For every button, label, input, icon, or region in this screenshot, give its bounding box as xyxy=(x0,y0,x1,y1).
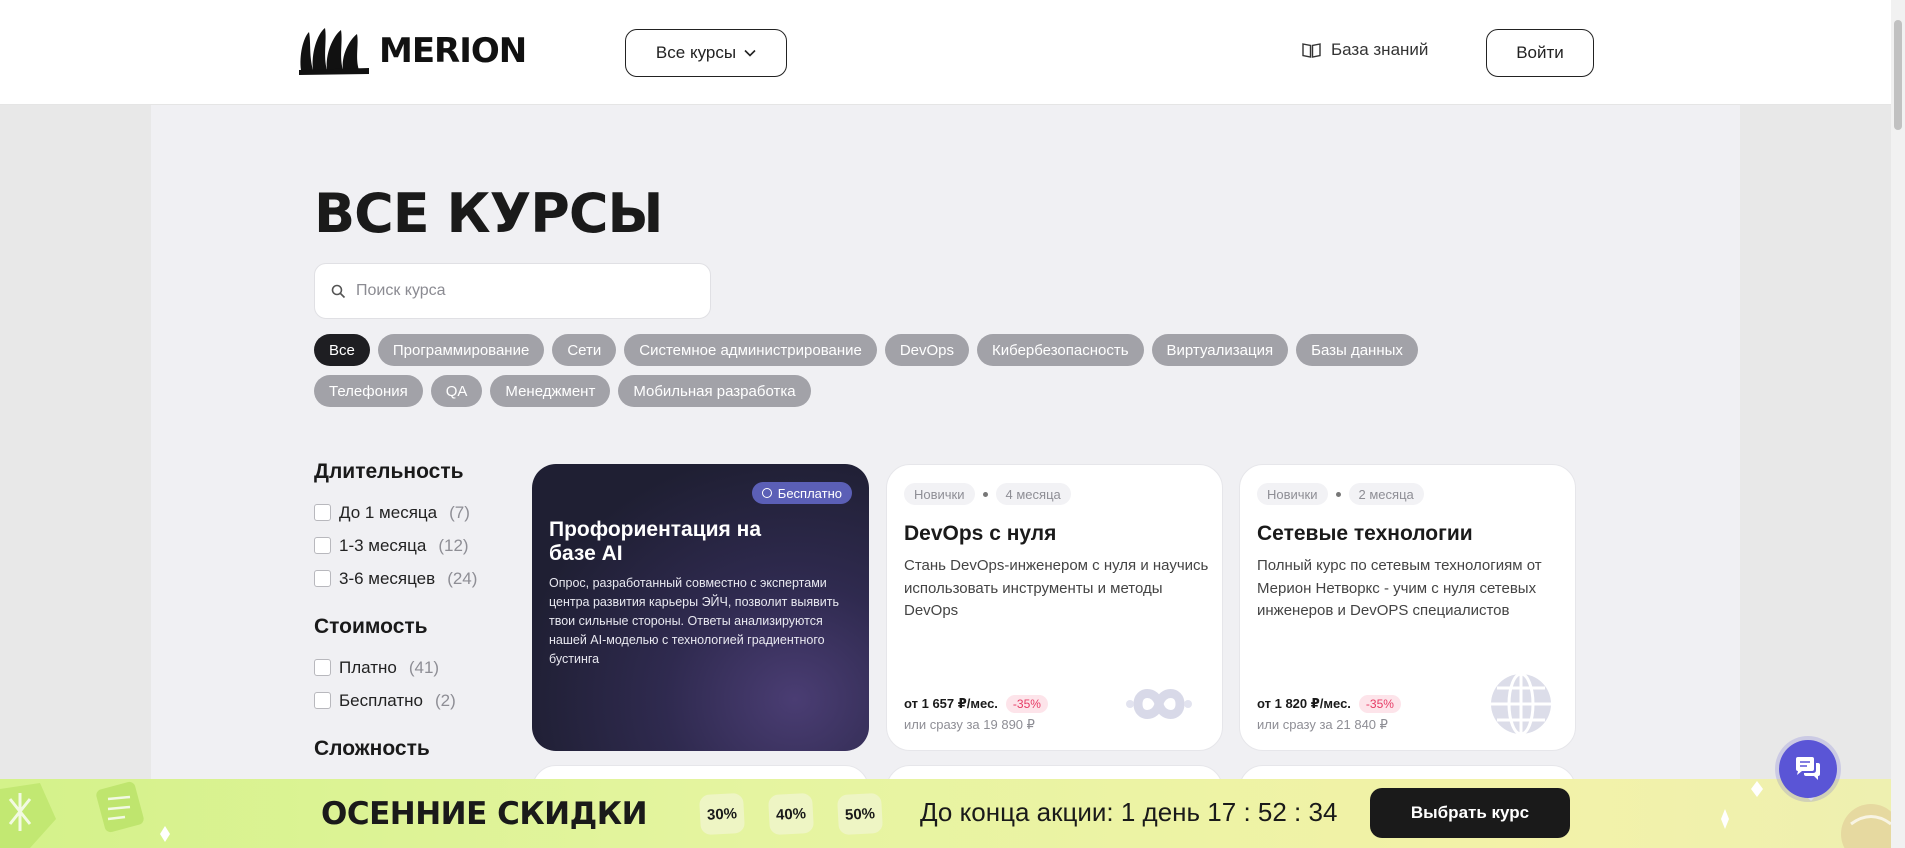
category-tag[interactable]: Виртуализация xyxy=(1151,334,1289,366)
course-search[interactable] xyxy=(314,263,711,319)
card-price: от 1 820 ₽/мес. -35% xyxy=(1257,695,1401,713)
filter-option[interactable]: Платно (41) xyxy=(314,651,504,684)
promo-banner: ОСЕННИЕ СКИДКИ 30% 40% 50% До конца акци… xyxy=(0,779,1891,848)
checkbox[interactable] xyxy=(314,504,331,521)
card-price: от 1 657 ₽/мес. -35% xyxy=(904,695,1048,713)
scrollbar[interactable] xyxy=(1891,0,1905,848)
promo-countdown: До конца акции: 1 день 17 : 52 : 34 xyxy=(920,797,1338,827)
category-tag[interactable]: Мобильная разработка xyxy=(618,375,811,407)
course-card-devops[interactable]: Новички 4 месяца DevOps с нуля Стань Dev… xyxy=(886,464,1223,751)
filter-count: (7) xyxy=(449,502,470,522)
course-card-ai-career[interactable]: Бесплатно Профориентация на базе AI Опро… xyxy=(532,464,869,751)
globe-icon xyxy=(1491,672,1551,736)
level-chip: Новички xyxy=(904,483,975,505)
page-title: ВСЕ КУРСЫ xyxy=(314,182,663,245)
filters-sidebar: Длительность До 1 месяца (7) 1-3 месяца … xyxy=(314,460,504,781)
tag-row: Телефония QA Менеджмент Мобильная разработк… xyxy=(314,375,1514,407)
category-tag[interactable]: Сети xyxy=(552,334,617,366)
checkbox[interactable] xyxy=(314,537,331,554)
chat-icon xyxy=(1796,757,1820,780)
discount-badge: -35% xyxy=(1005,695,1048,713)
full-price: или сразу за 21 840 ₽ xyxy=(1257,717,1388,732)
filter-count: (2) xyxy=(434,690,456,710)
filter-group-difficulty: Сложность xyxy=(314,737,504,761)
tag-row: Все Программирование Сети Системное админис… xyxy=(314,334,1514,366)
checkbox[interactable] xyxy=(314,692,331,709)
site-header: MERION Все курсы База знаний Войти xyxy=(0,0,1891,105)
knowledge-base-link[interactable]: База знаний xyxy=(1302,40,1428,60)
choose-course-button[interactable]: Выбрать курс xyxy=(1370,788,1570,838)
filter-count: (41) xyxy=(408,657,440,677)
meta-separator xyxy=(982,491,988,497)
category-tag[interactable]: Все xyxy=(314,334,370,366)
checkbox[interactable] xyxy=(314,570,331,587)
discount-badge: -35% xyxy=(1358,695,1401,713)
decorative-pattern-icon xyxy=(0,781,170,848)
merion-logo[interactable]: MERION xyxy=(297,25,527,77)
duration-chip: 4 месяца xyxy=(995,483,1071,505)
checkbox[interactable] xyxy=(314,659,331,676)
all-courses-dropdown[interactable]: Все курсы xyxy=(625,29,787,77)
full-price: или сразу за 19 890 ₽ xyxy=(904,717,1035,732)
search-icon xyxy=(331,284,346,298)
filter-label: Бесплатно xyxy=(339,690,423,710)
book-icon xyxy=(1302,43,1321,58)
category-tag[interactable]: Телефония xyxy=(314,375,423,407)
all-courses-label: Все курсы xyxy=(655,43,737,62)
logo-text: MERION xyxy=(379,31,527,71)
monthly-price: от 1 657 ₽/мес. xyxy=(904,696,998,711)
card-title: Сетевые технологии xyxy=(1257,522,1473,545)
filter-label: 3-6 месяцев xyxy=(339,568,436,588)
filter-title-duration: Длительность xyxy=(314,460,464,483)
category-tag[interactable]: DevOps xyxy=(884,334,970,366)
free-badge: Бесплатно xyxy=(751,482,852,504)
card-description: Полный курс по сетевым технологиям от Ме… xyxy=(1257,557,1542,619)
course-card-network[interactable]: Новички 2 месяца Сетевые технологии Полн… xyxy=(1239,464,1576,751)
discount-chip: 40% xyxy=(767,792,815,836)
chat-button[interactable] xyxy=(1779,740,1837,798)
filter-option[interactable]: Бесплатно (2) xyxy=(314,684,504,717)
discount-chip: 50% xyxy=(836,792,884,836)
category-tag[interactable]: Базы данных xyxy=(1296,334,1418,366)
level-chip: Новички xyxy=(1257,483,1328,505)
logo-mark-icon xyxy=(299,28,369,75)
filter-count: (12) xyxy=(438,535,469,555)
filter-title-price: Стоимость xyxy=(314,615,428,638)
card-description: Стань DevOps-инженером с нуля и научись … xyxy=(904,557,1209,619)
filter-title-difficulty: Сложность xyxy=(314,737,430,760)
card-meta: Новички 2 месяца xyxy=(1257,483,1424,505)
category-tag[interactable]: Программирование xyxy=(377,334,545,366)
knowledge-base-label: База знаний xyxy=(1331,40,1429,59)
filter-group-duration: Длительность До 1 месяца (7) 1-3 месяца … xyxy=(314,460,504,595)
category-tag[interactable]: Кибербезопасность xyxy=(977,334,1144,366)
login-button[interactable]: Войти xyxy=(1486,29,1594,77)
scrollbar-thumb[interactable] xyxy=(1894,20,1902,130)
category-tag[interactable]: Менеджмент xyxy=(490,375,611,407)
chevron-down-icon xyxy=(744,49,756,57)
card-description: Опрос, разработанный совместно с эксперт… xyxy=(549,576,840,666)
filter-group-price: Стоимость Платно (41) Бесплатно (2) xyxy=(314,615,504,717)
filter-count: (24) xyxy=(447,568,478,588)
search-input[interactable] xyxy=(356,282,676,300)
circle-icon xyxy=(761,488,772,498)
filter-option[interactable]: До 1 месяца (7) xyxy=(314,496,504,529)
category-tag[interactable]: Системное администрирование xyxy=(624,334,877,366)
card-title: Профориентация на базе AI xyxy=(549,518,762,565)
filter-label: Платно xyxy=(339,657,397,677)
filter-label: До 1 месяца xyxy=(339,502,438,522)
promo-title: ОСЕННИЕ СКИДКИ xyxy=(321,796,648,832)
filter-option[interactable]: 3-6 месяцев (24) xyxy=(314,562,504,595)
infinity-icon xyxy=(1126,689,1192,719)
free-badge-label: Бесплатно xyxy=(777,485,842,501)
meta-separator xyxy=(1335,491,1341,497)
category-tag[interactable]: QA xyxy=(430,375,483,407)
duration-chip: 2 месяца xyxy=(1348,483,1424,505)
card-title: DevOps с нуля xyxy=(904,522,1057,545)
card-meta: Новички 4 месяца xyxy=(904,483,1071,505)
filter-label: 1-3 месяца xyxy=(339,535,427,555)
discount-chip: 30% xyxy=(698,792,746,836)
monthly-price: от 1 820 ₽/мес. xyxy=(1257,696,1351,711)
category-tags: Все Программирование Сети Системное админис… xyxy=(314,334,1514,416)
filter-option[interactable]: 1-3 месяца (12) xyxy=(314,529,504,562)
